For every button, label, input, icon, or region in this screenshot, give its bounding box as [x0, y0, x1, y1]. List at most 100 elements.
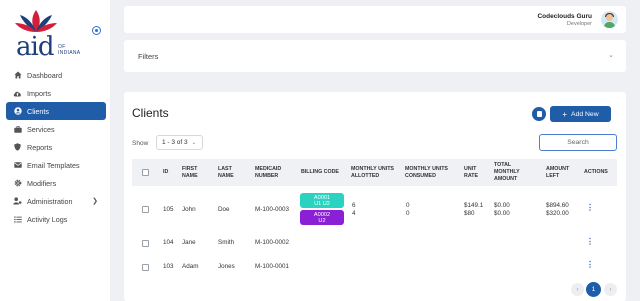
sidebar-item-label: Reports [27, 142, 53, 152]
client-first-name: John [182, 206, 196, 213]
cloud-upload-icon [13, 89, 22, 98]
col-first-name: FIRST NAME [182, 165, 198, 179]
unit-rate: $80 [464, 210, 475, 217]
client-last-name: Doe [218, 206, 230, 213]
row-checkbox[interactable] [142, 240, 149, 247]
logo-wordmark: aid [16, 32, 54, 62]
sidebar-item-imports[interactable]: Imports [6, 84, 106, 102]
clients-panel: Clients + Add New Show 1 - 3 of 3 ⌄ ID F… [124, 92, 626, 301]
table-row[interactable]: 103 Adam Jones M-100-0001 ⋮ [132, 256, 617, 278]
monthly-units-allotted: 6 [352, 202, 356, 209]
plus-icon: + [562, 109, 568, 119]
sidebar-item-activity-logs[interactable]: Activity Logs [6, 210, 106, 228]
briefcase-icon [13, 125, 22, 134]
page-size-value: 1 - 3 of 3 [162, 139, 188, 146]
table-row[interactable]: 105 John Doe M-100-0003 A0001 U1 U2 A000… [132, 192, 617, 228]
pagination-prev-button[interactable]: ‹ [571, 283, 584, 296]
col-last-name: LAST NAME [218, 165, 234, 179]
sidebar-toggle-icon[interactable] [92, 26, 101, 35]
client-id: 104 [163, 239, 174, 246]
sidebar-item-label: Administration [27, 196, 73, 206]
unit-rate: $149.1 [464, 202, 484, 209]
monthly-units-consumed: 0 [406, 202, 410, 209]
row-actions-menu-icon[interactable]: ⋮ [586, 260, 594, 269]
col-total-monthly-amount: TOTAL MONTHLY AMOUNT [494, 162, 520, 182]
user-cog-icon [13, 197, 22, 206]
page-size-select[interactable]: 1 - 3 of 3 ⌄ [156, 135, 203, 150]
sidebar-item-label: Dashboard [27, 70, 63, 80]
filters-panel[interactable]: Filters ⌄ [124, 40, 626, 72]
row-actions-menu-icon[interactable]: ⋮ [586, 237, 594, 246]
page-title: Clients [132, 106, 169, 120]
total-monthly-amount: $0.00 [494, 210, 510, 217]
client-first-name: Jane [182, 239, 196, 246]
chevron-down-icon[interactable]: ⌄ [608, 51, 614, 59]
chevron-down-icon: ⌄ [191, 139, 197, 146]
sidebar-item-clients[interactable]: Clients [6, 102, 106, 120]
user-name[interactable]: Codeclouds Guru [537, 13, 592, 20]
sidebar-item-administration[interactable]: Administration ❯ [6, 192, 106, 210]
export-document-button[interactable] [532, 107, 546, 121]
sidebar-item-label: Activity Logs [27, 214, 68, 224]
add-new-button[interactable]: + Add New [550, 106, 611, 122]
row-checkbox[interactable] [142, 206, 149, 213]
client-medicaid-number: M-100-0001 [255, 263, 289, 270]
sidebar-item-email-templates[interactable]: Email Templates [6, 156, 106, 174]
table-header: ID FIRST NAME LAST NAME MEDICAID NUMBER BIL… [132, 159, 617, 186]
sidebar-item-label: Clients [27, 106, 49, 116]
monthly-units-consumed: 0 [406, 210, 410, 217]
select-all-checkbox[interactable] [142, 169, 149, 176]
col-id: ID [163, 169, 169, 175]
sidebar-item-services[interactable]: Services [6, 120, 106, 138]
col-amount-left: AMOUNT LEFT [546, 165, 570, 179]
user-circle-icon [13, 107, 22, 116]
document-icon [536, 111, 542, 117]
total-monthly-amount: $0.00 [494, 202, 510, 209]
logo-subtitle: OF INDIANA [58, 44, 81, 56]
search-input[interactable] [539, 134, 617, 151]
row-checkbox[interactable] [142, 264, 149, 271]
list-icon [13, 215, 22, 224]
filters-title: Filters [138, 52, 159, 61]
aid-indiana-logo[interactable]: aid OF INDIANA [14, 8, 80, 62]
amount-left: $320.00 [546, 210, 569, 217]
client-first-name: Adam [182, 263, 199, 270]
shield-icon [13, 143, 22, 152]
col-medicaid-number: MEDICAID NUMBER [255, 165, 282, 179]
show-label: Show [132, 140, 149, 147]
col-billing-code: BILLING CODE [301, 169, 339, 175]
client-id: 103 [163, 263, 174, 270]
sidebar: aid OF INDIANA Dashboard Imports Clients [0, 0, 110, 301]
sidebar-item-reports[interactable]: Reports [6, 138, 106, 156]
avatar[interactable] [601, 11, 618, 28]
billing-code-badge: A0001 U1 U2 [300, 193, 344, 208]
col-actions: ACTIONS [584, 169, 608, 175]
sidebar-item-label: Services [27, 124, 55, 134]
table-row[interactable]: 104 Jane Smith M-100-0002 ⋮ [132, 232, 617, 254]
sidebar-nav: Dashboard Imports Clients Services Repor… [6, 66, 106, 228]
billing-code-badge: A0002 U2 [300, 210, 344, 225]
envelope-icon [13, 161, 22, 170]
sidebar-item-label: Email Templates [27, 160, 80, 170]
gear-icon [13, 179, 22, 188]
client-medicaid-number: M-100-0003 [255, 206, 289, 213]
client-last-name: Smith [218, 239, 235, 246]
amount-left: $894.60 [546, 202, 569, 209]
col-unit-rate: UNIT RATE [464, 165, 479, 179]
client-medicaid-number: M-100-0002 [255, 239, 289, 246]
pagination-page-button[interactable]: 1 [586, 282, 601, 297]
monthly-units-allotted: 4 [352, 210, 356, 217]
home-icon [13, 71, 22, 80]
col-monthly-units-allotted: MONTHLY UNITS ALLOTTED [351, 165, 394, 179]
sidebar-item-modifiers[interactable]: Modifiers [6, 174, 106, 192]
row-actions-menu-icon[interactable]: ⋮ [586, 203, 594, 212]
col-monthly-units-consumed: MONTHLY UNITS CONSUMED [405, 165, 448, 179]
sidebar-item-dashboard[interactable]: Dashboard [6, 66, 106, 84]
sidebar-item-label: Modifiers [27, 178, 57, 188]
add-new-label: Add New [571, 110, 599, 118]
client-last-name: Jones [218, 263, 235, 270]
pagination-next-button[interactable]: › [604, 283, 617, 296]
user-role: Developer [566, 21, 592, 27]
top-header: Codeclouds Guru Developer [124, 6, 626, 33]
sidebar-item-label: Imports [27, 88, 51, 98]
